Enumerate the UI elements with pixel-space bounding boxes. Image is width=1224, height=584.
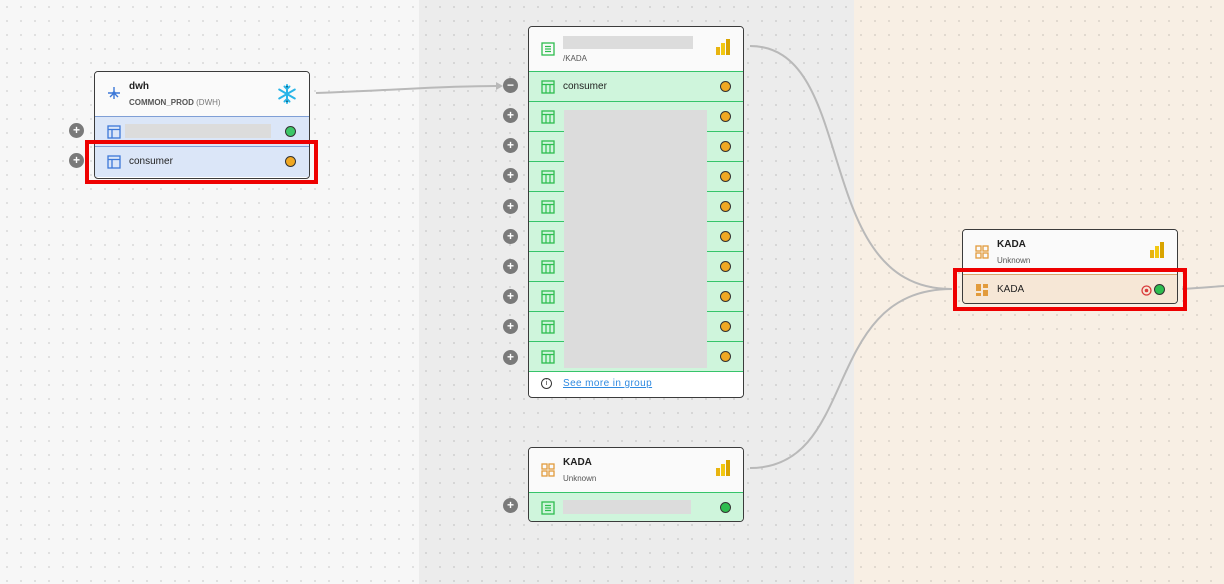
status-dot-green — [720, 502, 731, 513]
dwh-node-subtitle: COMMON_PROD (DWH) — [129, 98, 221, 107]
expand-plus-icon[interactable]: + — [503, 228, 518, 244]
powerbi-icon — [1150, 242, 1164, 258]
status-dot-orange — [720, 171, 731, 182]
status-dot-orange — [720, 81, 731, 92]
redacted-group-title — [563, 36, 693, 49]
redacted-row-names — [564, 110, 707, 368]
table-icon — [541, 110, 555, 124]
dataset-icon — [541, 501, 555, 515]
lineage-icon — [108, 87, 120, 99]
table-icon — [541, 290, 555, 304]
expand-plus-icon[interactable]: + — [503, 498, 518, 513]
table-icon — [541, 230, 555, 244]
info-icon: i — [541, 378, 552, 389]
group-path: /KADA — [563, 54, 588, 63]
highlight-dwh-consumer — [85, 140, 318, 184]
kada-group-node[interactable]: /KADA consumer i See more in group — [528, 26, 744, 398]
status-dot-orange — [720, 261, 731, 272]
powerbi-icon — [716, 460, 730, 476]
table-icon — [541, 170, 555, 184]
status-dot-orange — [720, 201, 731, 212]
highlight-kada-dashboard-row — [953, 268, 1187, 311]
expand-plus-icon[interactable]: + — [69, 123, 84, 138]
table-icon — [541, 260, 555, 274]
dataset-icon — [541, 42, 555, 56]
collapse-minus-icon[interactable]: − — [503, 78, 518, 93]
dwh-db-name: (DWH) — [196, 98, 221, 107]
dashboard-node-subtitle: Unknown — [997, 256, 1031, 265]
status-dot-orange — [720, 321, 731, 332]
status-dot-orange — [720, 351, 731, 362]
powerbi-icon — [716, 39, 730, 55]
group-footer: i See more in group — [529, 372, 743, 396]
status-dot-orange — [720, 111, 731, 122]
table-icon — [541, 200, 555, 214]
table-icon — [541, 320, 555, 334]
group-node-header[interactable]: /KADA — [529, 27, 743, 72]
redacted-dataset-name — [563, 500, 691, 514]
kada-report-node-middle[interactable]: KADA Unknown — [528, 447, 744, 522]
dwh-node-header[interactable]: dwh COMMON_PROD (DWH) — [95, 72, 309, 117]
redacted-table-name — [125, 124, 271, 138]
status-dot-orange — [720, 231, 731, 242]
expand-plus-icon[interactable]: + — [503, 349, 518, 365]
table-icon — [541, 350, 555, 364]
report-node-header[interactable]: KADA Unknown — [529, 448, 743, 493]
expand-plus-icon[interactable]: + — [503, 198, 518, 214]
report-icon — [975, 245, 989, 259]
table-icon — [541, 80, 555, 94]
expand-plus-icon[interactable]: + — [503, 259, 518, 274]
report-node-subtitle: Unknown — [563, 474, 597, 483]
expand-plus-icon[interactable]: + — [69, 153, 84, 168]
status-dot-orange — [720, 141, 731, 152]
snowflake-icon — [278, 84, 296, 104]
dwh-node-title: dwh — [129, 81, 149, 92]
table-icon — [541, 140, 555, 154]
report-node-title: KADA — [563, 457, 592, 468]
group-row-label: consumer — [563, 81, 607, 92]
dashboard-node-title: KADA — [997, 239, 1026, 250]
table-icon — [107, 125, 121, 139]
expand-plus-icon[interactable]: + — [503, 108, 518, 123]
status-dot-orange — [720, 291, 731, 302]
see-more-in-group-link[interactable]: See more in group — [563, 378, 652, 389]
group-row-consumer[interactable]: consumer — [529, 72, 743, 102]
status-dot-green — [285, 126, 296, 137]
report-row[interactable] — [529, 493, 743, 521]
dwh-schema-name: COMMON_PROD — [129, 98, 194, 107]
report-icon — [541, 463, 555, 477]
